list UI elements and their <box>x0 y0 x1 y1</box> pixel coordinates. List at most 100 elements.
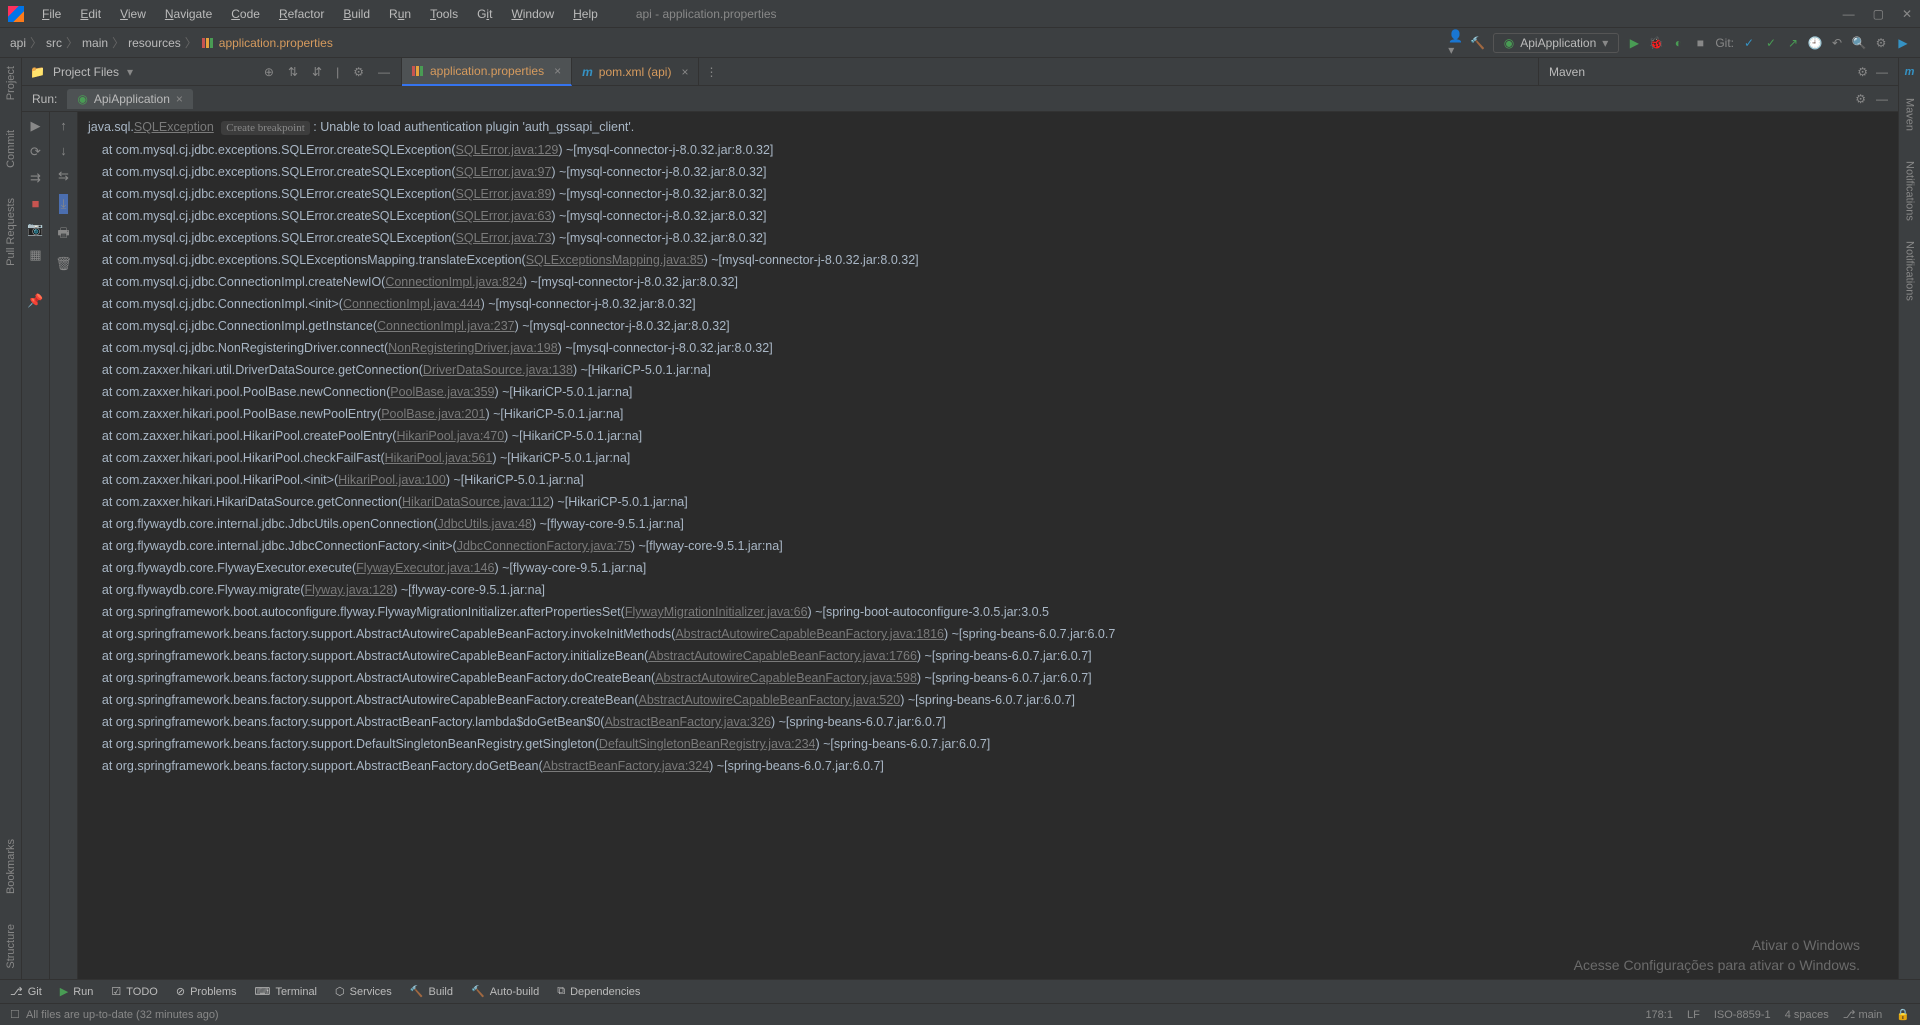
pause-icon[interactable]: 📷 <box>27 221 43 237</box>
left-tool-strip: Project Commit Pull Requests Bookmarks S… <box>0 58 22 979</box>
layout-icon[interactable]: ▦ <box>29 247 41 263</box>
menu-help[interactable]: Help <box>565 3 606 25</box>
autobuild-icon: 🔨 <box>471 985 485 998</box>
coverage-icon[interactable]: ◐ <box>1671 36 1685 50</box>
run-icon[interactable]: ▶ <box>1627 36 1641 50</box>
tool-notifications-label[interactable]: Notifications <box>1904 241 1916 301</box>
git-history-icon[interactable]: 🕘 <box>1808 36 1822 50</box>
settings-icon[interactable]: ⚙ <box>1874 36 1888 50</box>
menu-git[interactable]: Git <box>469 3 500 25</box>
git-commit-icon[interactable]: ✓ <box>1764 36 1778 50</box>
debug-icon[interactable]: 🐞 <box>1649 36 1663 50</box>
breadcrumb-resources[interactable]: resources <box>128 36 181 50</box>
rerun-icon[interactable]: ▶ <box>31 118 41 134</box>
print-icon[interactable]: 🖶 <box>57 224 69 246</box>
menu-refactor[interactable]: Refactor <box>271 3 332 25</box>
tool-maven[interactable]: Maven <box>1904 98 1916 131</box>
tool-build[interactable]: 🔨Build <box>410 985 453 998</box>
menu-window[interactable]: Window <box>503 3 562 25</box>
git-update-icon[interactable]: ✓ <box>1742 36 1756 50</box>
close-tab-icon[interactable]: × <box>176 92 183 106</box>
menu-tools[interactable]: Tools <box>422 3 466 25</box>
up-icon[interactable]: ↑ <box>60 118 67 133</box>
add-config-icon[interactable]: 👤▾ <box>1449 29 1463 57</box>
maven-label[interactable]: Maven <box>1549 65 1585 79</box>
git-push-icon[interactable]: ↗ <box>1786 36 1800 50</box>
menu-code[interactable]: Code <box>223 3 268 25</box>
settings-icon[interactable]: ⚙ <box>1857 65 1868 79</box>
collapse-all-icon[interactable]: ⇵ <box>309 65 325 79</box>
indent[interactable]: 4 spaces <box>1785 1009 1829 1021</box>
tool-commit[interactable]: Commit <box>5 130 17 168</box>
breadcrumb-src[interactable]: src <box>46 36 62 50</box>
project-scope[interactable]: Project Files <box>53 65 119 79</box>
close-icon[interactable]: ✕ <box>1902 7 1912 21</box>
breadcrumb-main[interactable]: main <box>82 36 108 50</box>
deps-icon: ⧉ <box>557 985 565 998</box>
menu-build[interactable]: Build <box>335 3 378 25</box>
maven-icon[interactable]: m <box>1905 66 1915 78</box>
menu-run[interactable]: Run <box>381 3 419 25</box>
tool-pull-requests[interactable]: Pull Requests <box>5 198 17 266</box>
close-tab-icon[interactable]: × <box>554 64 561 78</box>
clear-icon[interactable]: 🗑 <box>55 256 72 272</box>
menu-edit[interactable]: Edit <box>72 3 109 25</box>
tool-run[interactable]: ▶Run <box>60 985 94 998</box>
locate-icon[interactable]: ⊕ <box>261 65 277 79</box>
tool-bookmarks[interactable]: Bookmarks <box>5 839 17 894</box>
menu-navigate[interactable]: Navigate <box>157 3 220 25</box>
pin-icon[interactable]: 📌 <box>27 293 43 309</box>
expand-all-icon[interactable]: ⇅ <box>285 65 301 79</box>
menu-file[interactable]: File <box>34 3 69 25</box>
tool-project[interactable]: Project <box>5 66 17 100</box>
soft-wrap-icon[interactable]: ⇆ <box>58 168 69 184</box>
tab-application-properties[interactable]: application.properties × <box>402 58 572 86</box>
tool-structure[interactable]: Structure <box>5 924 17 969</box>
tool-autobuild[interactable]: 🔨Auto-build <box>471 985 539 998</box>
hide-icon[interactable]: — <box>1876 65 1888 79</box>
git-branch-icon: ⎇ <box>10 985 23 998</box>
tool-notifications[interactable]: Notifications <box>1904 161 1916 221</box>
hide-icon[interactable]: — <box>375 65 393 79</box>
run-config-selector[interactable]: ◉ ApiApplication ▾ <box>1493 33 1620 53</box>
maximize-icon[interactable]: ▢ <box>1873 7 1884 21</box>
close-tab-icon[interactable]: × <box>681 65 688 79</box>
hammer-icon[interactable]: 🔨 <box>1471 36 1485 50</box>
tool-todo[interactable]: ☑TODO <box>111 985 157 998</box>
resume-icon[interactable]: ⇉ <box>30 170 41 186</box>
breadcrumb-file[interactable]: application.properties <box>219 36 333 50</box>
scroll-end-icon[interactable]: ⤓ <box>59 194 69 214</box>
main-menu: File Edit View Navigate Code Refactor Bu… <box>34 3 606 25</box>
stop-icon[interactable]: ■ <box>32 196 40 211</box>
tool-problems[interactable]: ⊘Problems <box>176 985 237 998</box>
console-output[interactable]: java.sql.SQLException Create breakpoint … <box>78 112 1898 979</box>
cursor-position[interactable]: 178:1 <box>1645 1009 1673 1021</box>
tool-git[interactable]: ⎇Git <box>10 985 42 998</box>
git-branch[interactable]: ⎇ main <box>1843 1008 1883 1021</box>
file-encoding[interactable]: ISO-8859-1 <box>1714 1009 1771 1021</box>
services-icon: ⬡ <box>335 985 345 998</box>
run-tab[interactable]: ◉ ApiApplication × <box>67 89 193 109</box>
lock-icon[interactable]: 🔒 <box>1896 1008 1910 1021</box>
down-icon[interactable]: ↓ <box>60 143 67 158</box>
tool-terminal[interactable]: ⌨Terminal <box>255 985 317 998</box>
profiler-icon[interactable]: ▶ <box>1896 36 1910 50</box>
tab-list-icon[interactable]: ⋮ <box>705 65 717 79</box>
tool-services[interactable]: ⬡Services <box>335 985 392 998</box>
git-rollback-icon[interactable]: ↶ <box>1830 36 1844 50</box>
rerun-failed-icon[interactable]: ⟳ <box>30 144 41 160</box>
run-config-label: ApiApplication <box>1520 36 1596 50</box>
menu-view[interactable]: View <box>112 3 154 25</box>
minimize-icon[interactable]: — <box>1843 7 1855 21</box>
chevron-down-icon[interactable]: ▾ <box>127 65 133 79</box>
tool-dependencies[interactable]: ⧉Dependencies <box>557 985 640 998</box>
breadcrumb-api[interactable]: api <box>10 36 26 50</box>
tab-pom-xml[interactable]: m pom.xml (api) × <box>572 58 699 86</box>
settings-icon[interactable]: ⚙ <box>1855 92 1866 106</box>
stop-icon[interactable]: ■ <box>1693 36 1707 50</box>
hide-icon[interactable]: — <box>1876 92 1888 106</box>
settings-icon[interactable]: ⚙ <box>350 65 367 79</box>
search-icon[interactable]: 🔍 <box>1852 36 1866 50</box>
line-separator[interactable]: LF <box>1687 1009 1700 1021</box>
status-icon[interactable]: ☐ <box>10 1008 20 1021</box>
